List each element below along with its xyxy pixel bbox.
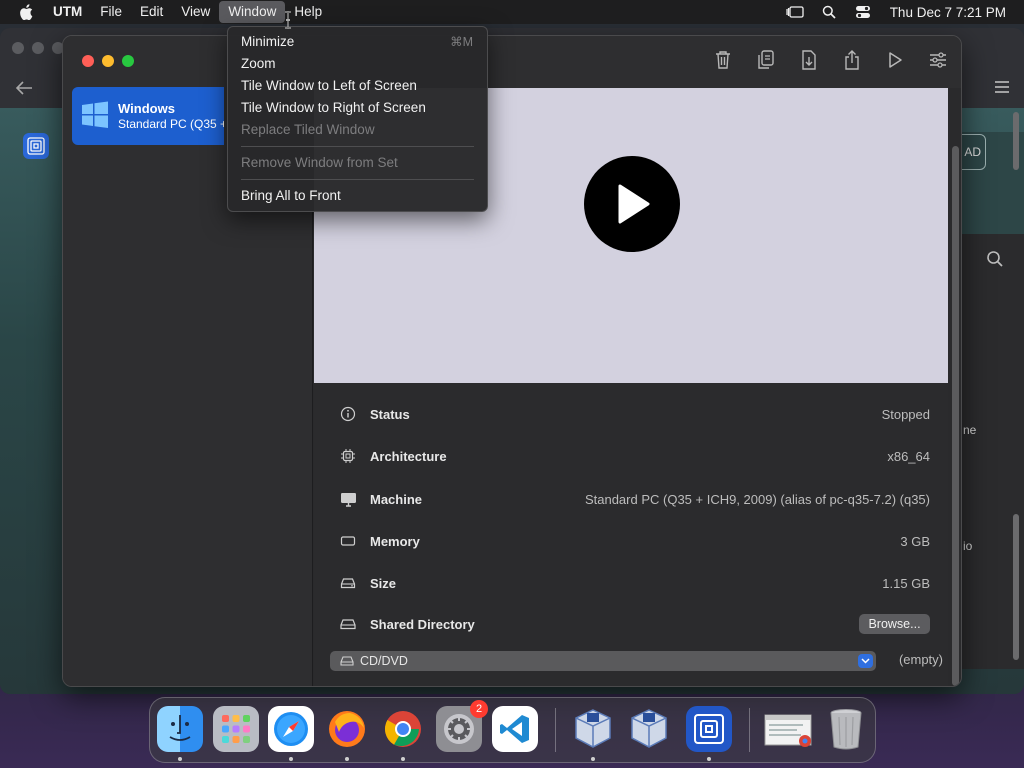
machine-label: Machine bbox=[370, 491, 423, 507]
notification-badge: 2 bbox=[470, 700, 488, 718]
size-label: Size bbox=[370, 575, 397, 591]
menu-item-label: Minimize bbox=[241, 34, 295, 49]
windows-logo-icon bbox=[80, 100, 110, 133]
menu-item-remove-from-set: Remove Window from Set bbox=[241, 155, 398, 170]
start-vm-button[interactable] bbox=[584, 156, 680, 252]
background-scrollbar-thumb[interactable] bbox=[1013, 514, 1019, 660]
trash-icon[interactable] bbox=[823, 706, 869, 752]
menu-bar-clock[interactable]: Thu Dec 7 7:21 PM bbox=[880, 5, 1024, 20]
clone-icon[interactable] bbox=[755, 48, 777, 72]
virtualbox-vm-icon[interactable] bbox=[626, 706, 672, 752]
menu-item-shortcut: ⌘M bbox=[450, 35, 473, 49]
menu-separator bbox=[241, 146, 474, 147]
vm-list-item-windows[interactable]: Windows Standard PC (Q35 + bbox=[72, 87, 224, 145]
status-row: Status Stopped bbox=[314, 399, 948, 429]
cd-dvd-select[interactable]: CD/DVD bbox=[330, 651, 876, 671]
background-text-fragment: ne bbox=[963, 423, 977, 437]
architecture-value: x86_64 bbox=[887, 448, 930, 464]
safari-icon[interactable] bbox=[268, 706, 314, 752]
apple-logo-icon[interactable] bbox=[8, 0, 44, 24]
menu-separator bbox=[241, 179, 474, 180]
vscode-icon[interactable] bbox=[492, 706, 538, 752]
chrome-icon[interactable] bbox=[380, 706, 426, 752]
zoom-button[interactable] bbox=[122, 55, 134, 67]
text-cursor-icon bbox=[284, 11, 292, 32]
menu-item-tile-left[interactable]: Tile Window to Left of Screen bbox=[228, 75, 487, 97]
screenshot-thumbnail[interactable] bbox=[763, 706, 815, 752]
vm-description: Standard PC (Q35 + bbox=[118, 117, 224, 131]
cd-dvd-label: CD/DVD bbox=[360, 654, 408, 668]
shared-directory-row: Shared Directory Browse... bbox=[314, 609, 948, 639]
menu-file[interactable]: File bbox=[91, 1, 131, 23]
finder-icon[interactable] bbox=[157, 706, 203, 752]
cd-dvd-value: (empty) bbox=[898, 652, 943, 667]
close-button[interactable] bbox=[82, 55, 94, 67]
utm-icon[interactable] bbox=[686, 706, 732, 752]
drive-icon bbox=[338, 576, 358, 590]
desktop-computer-icon bbox=[338, 492, 358, 507]
utm-window: Windows Standard PC (Q35 + Status Stoppe… bbox=[62, 35, 962, 687]
vm-details-panel: Status Stopped Architecture x86_64 Machi… bbox=[314, 383, 948, 686]
memory-chip-icon bbox=[338, 534, 358, 548]
dock: 2 bbox=[149, 697, 876, 763]
back-arrow-icon[interactable] bbox=[14, 80, 36, 100]
search-icon[interactable] bbox=[986, 250, 1004, 271]
memory-row: Memory 3 GB bbox=[314, 526, 948, 556]
dock-divider bbox=[749, 708, 750, 752]
architecture-row: Architecture x86_64 bbox=[314, 441, 948, 471]
stage-manager-icon[interactable] bbox=[778, 0, 812, 24]
status-value: Stopped bbox=[881, 406, 930, 422]
details-scrollbar[interactable] bbox=[948, 88, 961, 686]
share-icon[interactable] bbox=[841, 48, 863, 72]
trash-icon[interactable] bbox=[712, 48, 734, 72]
dock-divider bbox=[555, 708, 556, 752]
architecture-label: Architecture bbox=[370, 448, 447, 464]
download-icon[interactable] bbox=[798, 48, 820, 72]
control-center-icon[interactable] bbox=[846, 0, 880, 24]
menu-window[interactable]: Window bbox=[219, 1, 286, 23]
status-label: Status bbox=[370, 406, 410, 422]
menu-item-tile-right[interactable]: Tile Window to Right of Screen bbox=[228, 97, 487, 119]
virtualbox-icon[interactable] bbox=[570, 706, 616, 752]
memory-label: Memory bbox=[370, 533, 420, 549]
info-icon bbox=[338, 406, 358, 422]
system-settings-icon[interactable]: 2 bbox=[436, 700, 488, 752]
chevron-down-icon[interactable] bbox=[858, 654, 873, 668]
menu-view[interactable]: View bbox=[172, 1, 219, 23]
window-menu-dropdown: Minimize ⌘M Zoom Tile Window to Left of … bbox=[227, 26, 488, 212]
background-window-controls[interactable] bbox=[12, 42, 64, 54]
menu-item-bring-all-front[interactable]: Bring All to Front bbox=[228, 185, 487, 207]
browse-button[interactable]: Browse... bbox=[859, 614, 930, 634]
play-icon bbox=[618, 184, 650, 224]
hamburger-menu-icon[interactable] bbox=[994, 80, 1010, 99]
background-text-fragment: io bbox=[963, 539, 973, 553]
play-icon[interactable] bbox=[884, 48, 906, 72]
app-menu-utm[interactable]: UTM bbox=[44, 1, 91, 23]
menu-help[interactable]: Help bbox=[285, 1, 331, 23]
network-drive-icon bbox=[338, 617, 358, 631]
drive-icon bbox=[340, 655, 354, 667]
window-controls bbox=[82, 55, 134, 67]
machine-row: Machine Standard PC (Q35 + ICH9, 2009) (… bbox=[314, 484, 948, 514]
firefox-icon[interactable] bbox=[324, 706, 370, 752]
size-row: Size 1.15 GB bbox=[314, 568, 948, 598]
menu-edit[interactable]: Edit bbox=[131, 1, 172, 23]
menu-bar: UTM File Edit View Window Help Thu Dec 7… bbox=[0, 0, 1024, 24]
spotlight-search-icon[interactable] bbox=[812, 0, 846, 24]
menu-item-replace-tiled: Replace Tiled Window bbox=[241, 122, 375, 137]
menu-item-minimize[interactable]: Minimize ⌘M bbox=[228, 31, 487, 53]
launchpad-icon[interactable] bbox=[213, 706, 259, 752]
cpu-icon bbox=[338, 448, 358, 464]
background-scrollbar-thumb[interactable] bbox=[1013, 112, 1019, 170]
vm-name: Windows bbox=[118, 101, 175, 116]
machine-value: Standard PC (Q35 + ICH9, 2009) (alias of… bbox=[584, 491, 930, 507]
size-value: 1.15 GB bbox=[882, 575, 930, 591]
minimize-button[interactable] bbox=[102, 55, 114, 67]
menu-item-zoom[interactable]: Zoom bbox=[228, 53, 487, 75]
memory-value: 3 GB bbox=[900, 533, 930, 549]
shared-directory-label: Shared Directory bbox=[370, 616, 475, 632]
settings-sliders-icon[interactable] bbox=[927, 48, 949, 72]
utm-desktop-icon[interactable] bbox=[23, 133, 49, 159]
